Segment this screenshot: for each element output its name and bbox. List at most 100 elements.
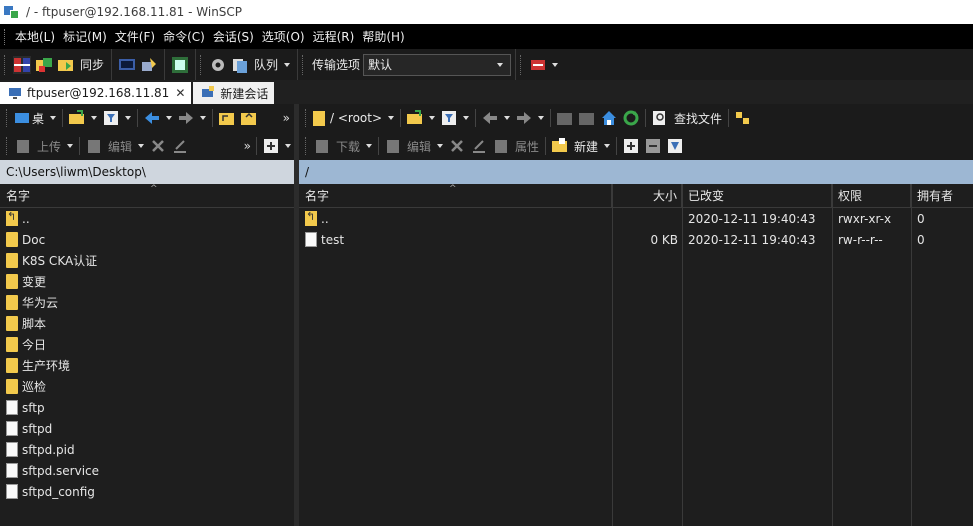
rename-icon-remote[interactable] — [470, 137, 488, 155]
root-directory-icon[interactable] — [240, 109, 258, 127]
remote-col-owner[interactable]: 拥有者 — [911, 184, 973, 207]
parent-directory-icon[interactable] — [218, 109, 236, 127]
properties-icon[interactable] — [492, 137, 510, 155]
rename-icon[interactable] — [171, 137, 189, 155]
forward-arrow-icon-remote[interactable] — [515, 109, 533, 127]
menu-session[interactable]: 会话(S) — [209, 28, 258, 45]
menu-commands[interactable]: 命令(C) — [159, 28, 209, 45]
back-arrow-icon[interactable] — [143, 109, 161, 127]
queue-icon[interactable] — [231, 56, 249, 74]
more-tools-icon[interactable]: » — [283, 111, 290, 125]
edit-icon-remote[interactable] — [384, 137, 402, 155]
file-row[interactable]: .. 2020-12-11 19:40:43 rwxr-xr-x 0 — [299, 208, 973, 229]
menu-local[interactable]: 本地(L) — [11, 28, 59, 45]
putty-icon[interactable] — [140, 56, 158, 74]
forward-caret-icon[interactable] — [200, 116, 207, 120]
sync-button[interactable]: 同步 — [80, 56, 104, 73]
unselect-minus-icon[interactable] — [644, 137, 662, 155]
back-caret-icon[interactable] — [166, 116, 173, 120]
upload-caret-icon[interactable] — [67, 144, 74, 148]
edit-caret-icon-remote[interactable] — [437, 144, 444, 148]
file-row[interactable]: 华为云 — [0, 292, 294, 313]
forward-arrow-icon[interactable] — [177, 109, 195, 127]
upload-button[interactable]: 上传 — [37, 138, 61, 155]
file-row[interactable]: sftpd.pid — [0, 439, 294, 460]
file-row[interactable]: test 0 KB 2020-12-11 19:40:43 rw-r--r-- 0 — [299, 229, 973, 250]
new-folder-plus-icon[interactable] — [262, 137, 280, 155]
preferences-gear-icon[interactable] — [209, 56, 227, 74]
local-location-caret-icon[interactable] — [50, 116, 57, 120]
new-folder-icon[interactable] — [551, 137, 569, 155]
compare-directories-icon[interactable] — [13, 55, 31, 74]
back-arrow-icon-remote[interactable] — [481, 109, 499, 127]
edit-button[interactable]: 编辑 — [108, 138, 132, 155]
synchronize-icon-remote[interactable] — [734, 109, 752, 127]
filter-caret-icon-remote[interactable] — [463, 116, 470, 120]
download-caret-icon[interactable] — [366, 144, 373, 148]
more-tools-icon-2[interactable]: » — [244, 139, 251, 153]
home-icon[interactable] — [600, 109, 618, 127]
new-caret-icon-remote[interactable] — [604, 144, 611, 148]
menu-remote[interactable]: 远程(R) — [309, 28, 359, 45]
local-col-name[interactable]: 名字 ^ — [0, 184, 294, 207]
file-row[interactable]: 今日 — [0, 334, 294, 355]
file-row[interactable]: sftpd — [0, 418, 294, 439]
queue-button[interactable]: 队列 — [254, 56, 278, 73]
file-row[interactable]: .. — [0, 208, 294, 229]
open-folder-icon[interactable] — [68, 109, 86, 127]
download-button[interactable]: 下载 — [336, 138, 360, 155]
tab-new-session[interactable]: 新建会话 — [193, 82, 275, 104]
file-row[interactable]: sftpd.service — [0, 460, 294, 481]
find-files-icon[interactable] — [651, 109, 669, 127]
local-path-bar[interactable]: C:\Users\liwm\Desktop\ — [0, 160, 294, 184]
new-caret-icon[interactable] — [285, 144, 291, 148]
upload-icon[interactable] — [14, 137, 32, 155]
synchronize-browsing-icon[interactable] — [35, 56, 53, 74]
queue-dropdown-caret-icon[interactable] — [284, 62, 291, 67]
file-row[interactable]: K8S CKA认证 — [0, 250, 294, 271]
file-row[interactable]: 脚本 — [0, 313, 294, 334]
file-row[interactable]: sftp — [0, 397, 294, 418]
remote-location-select[interactable]: / <root> — [330, 111, 382, 125]
find-files-button[interactable]: 查找文件 — [674, 110, 722, 127]
select-plus-icon[interactable] — [622, 137, 640, 155]
edit-button-remote[interactable]: 编辑 — [407, 138, 431, 155]
remote-col-modified[interactable]: 已改变 — [682, 184, 832, 207]
menu-options[interactable]: 选项(O) — [258, 28, 309, 45]
close-icon[interactable]: ✕ — [175, 86, 185, 100]
filter-mask-icon[interactable] — [666, 137, 684, 155]
filter-caret-icon[interactable] — [125, 116, 132, 120]
menu-help[interactable]: 帮助(H) — [358, 28, 408, 45]
properties-button[interactable]: 属性 — [515, 138, 539, 155]
transfer-options-select[interactable]: 默认 — [363, 53, 512, 76]
refresh-icon[interactable] — [622, 109, 640, 127]
tab-session[interactable]: ftpuser@192.168.11.81 ✕ — [0, 82, 192, 104]
menu-mark[interactable]: 标记(M) — [59, 28, 111, 45]
open-folder-icon-remote[interactable] — [406, 109, 424, 127]
file-row[interactable]: Doc — [0, 229, 294, 250]
open-folder-caret-icon-remote[interactable] — [429, 116, 436, 120]
remote-path-bar[interactable]: / — [299, 160, 973, 184]
filter-icon[interactable] — [102, 109, 120, 127]
file-row[interactable]: 巡检 — [0, 376, 294, 397]
back-caret-icon-remote[interactable] — [504, 116, 511, 120]
file-row[interactable]: 生产环境 — [0, 355, 294, 376]
delete-x-icon-remote[interactable] — [448, 137, 466, 155]
edit-caret-icon[interactable] — [138, 144, 145, 148]
download-icon[interactable] — [313, 137, 331, 155]
delete-x-icon[interactable] — [149, 137, 167, 155]
remote-col-permissions[interactable]: 权限 — [832, 184, 911, 207]
remote-location-caret-icon[interactable] — [388, 116, 395, 120]
transfer-settings-icon[interactable] — [529, 56, 547, 74]
file-row[interactable]: sftpd_config — [0, 481, 294, 502]
remote-col-size[interactable]: 大小 — [612, 184, 682, 207]
transfer-settings-caret-icon[interactable] — [552, 62, 559, 67]
remote-col-name[interactable]: 名字 ^ — [299, 184, 612, 207]
root-directory-icon-remote[interactable] — [578, 109, 596, 127]
file-row[interactable]: 变更 — [0, 271, 294, 292]
parent-directory-icon-remote[interactable] — [556, 109, 574, 127]
new-button[interactable]: 新建 — [574, 138, 598, 155]
edit-icon[interactable] — [85, 137, 103, 155]
console-icon[interactable] — [118, 56, 136, 74]
forward-caret-icon-remote[interactable] — [538, 116, 545, 120]
